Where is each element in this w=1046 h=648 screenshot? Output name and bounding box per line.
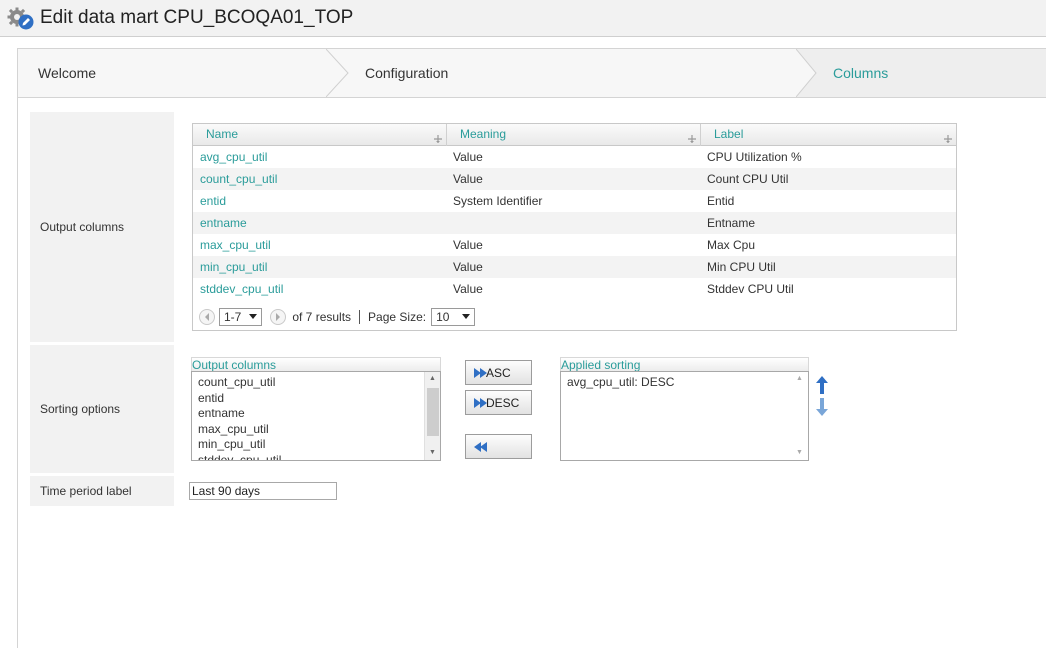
list-item[interactable]: stddev_cpu_util [192, 453, 440, 461]
page-size-value: 10 [436, 310, 450, 324]
table-row[interactable]: stddev_cpu_util Value Stddev CPU Util [193, 278, 956, 300]
cell-name[interactable]: avg_cpu_util [200, 146, 267, 168]
column-header-label: Name [206, 127, 239, 141]
gear-edit-icon [7, 7, 34, 30]
time-period-label: Time period label [30, 476, 174, 506]
column-header-label: Label [714, 127, 744, 141]
column-header-name[interactable]: Name [193, 124, 447, 146]
chevron-right-icon [276, 313, 281, 321]
list-item[interactable]: avg_cpu_util: DESC [561, 375, 808, 391]
sort-asc-label: ASC [486, 365, 511, 380]
step-separator-icon [796, 49, 817, 97]
page-range-value: 1-7 [224, 310, 242, 324]
sort-asc-button[interactable]: ASC [465, 360, 532, 385]
list-item[interactable]: count_cpu_util [192, 375, 440, 391]
applied-sorting-list[interactable]: avg_cpu_util: DESC ▲ ▼ [560, 371, 809, 461]
available-columns-list[interactable]: count_cpu_util entid entname max_cpu_uti… [191, 371, 441, 461]
applied-sorting-caption: Applied sorting [560, 357, 809, 372]
column-header-label: Meaning [460, 127, 507, 141]
chevron-down-icon [249, 314, 258, 319]
column-resize-icon[interactable] [943, 134, 953, 144]
scroll-down-icon[interactable]: ▼ [792, 446, 807, 460]
chevron-left-icon [205, 313, 209, 321]
cell-label: Count CPU Util [707, 172, 789, 186]
available-columns-caption: Output columns [191, 357, 441, 372]
cell-meaning: Value [453, 282, 483, 296]
cell-label: Max Cpu [707, 238, 756, 252]
cell-meaning: Value [453, 172, 483, 186]
cell-meaning: Value [453, 238, 483, 252]
step-columns[interactable]: Columns [833, 49, 888, 97]
sort-desc-label: DESC [486, 395, 520, 410]
remove-sorting-button[interactable] [465, 434, 532, 459]
list-item[interactable]: min_cpu_util [192, 437, 440, 453]
page-size-label: Page Size: [368, 310, 427, 324]
page-range-select[interactable]: 1-7 [219, 308, 263, 326]
step-separator-icon [326, 49, 349, 97]
time-period-input[interactable] [189, 482, 337, 500]
cell-meaning: Value [453, 150, 483, 164]
scroll-down-icon[interactable]: ▼ [425, 446, 440, 460]
cell-meaning: System Identifier [453, 194, 543, 208]
table-row[interactable]: entid System Identifier Entid [193, 190, 956, 212]
output-columns-table: Name Meaning Label avg_cpu_util Value CP… [192, 123, 957, 331]
cell-label: CPU Utilization % [707, 150, 802, 164]
list-item[interactable]: entid [192, 391, 440, 407]
chevron-down-icon [462, 314, 471, 319]
column-header-meaning[interactable]: Meaning [447, 124, 701, 146]
title-bar: Edit data mart CPU_BCOQA01_TOP [0, 0, 1046, 37]
sorting-options-label: Sorting options [30, 345, 174, 473]
scroll-up-icon[interactable]: ▲ [792, 372, 807, 386]
cell-meaning: Value [453, 260, 483, 274]
cell-label: Entid [707, 194, 735, 208]
table-row[interactable]: entname Entname [193, 212, 956, 234]
table-pager: 1-7 of 7 results Page Size: 10 [199, 307, 476, 327]
list-item[interactable]: entname [192, 406, 440, 422]
scroll-up-icon[interactable]: ▲ [425, 372, 440, 386]
scrollbar-thumb[interactable] [427, 388, 439, 436]
move-up-icon[interactable] [816, 376, 828, 394]
prev-page-button[interactable] [199, 309, 215, 325]
table-header: Name Meaning Label [193, 124, 956, 146]
move-down-icon[interactable] [816, 398, 828, 416]
cell-name[interactable]: min_cpu_util [200, 256, 267, 278]
column-header-label-col[interactable]: Label [701, 124, 956, 146]
vertical-scrollbar[interactable]: ▲ ▼ [792, 372, 808, 460]
cell-name[interactable]: entname [200, 212, 247, 234]
cell-label: Entname [707, 216, 756, 230]
cell-name[interactable]: count_cpu_util [200, 168, 277, 190]
output-columns-label: Output columns [30, 112, 174, 342]
page-size-select[interactable]: 10 [431, 308, 476, 326]
table-row[interactable]: min_cpu_util Value Min CPU Util [193, 256, 956, 278]
results-count: of 7 results [292, 310, 352, 324]
list-item[interactable]: max_cpu_util [192, 422, 440, 438]
sort-desc-button[interactable]: DESC [465, 390, 532, 415]
column-resize-icon[interactable] [687, 134, 697, 144]
wizard-steps: Welcome Configuration Columns [18, 49, 1046, 98]
cell-name[interactable]: stddev_cpu_util [200, 278, 283, 300]
step-welcome[interactable]: Welcome [38, 49, 96, 97]
cell-name[interactable]: entid [200, 190, 226, 212]
next-page-button[interactable] [270, 309, 287, 325]
window-title: Edit data mart CPU_BCOQA01_TOP [40, 7, 354, 28]
cell-name[interactable]: max_cpu_util [200, 234, 271, 256]
vertical-scrollbar[interactable]: ▲ ▼ [424, 372, 440, 460]
table-row[interactable]: max_cpu_util Value Max Cpu [193, 234, 956, 256]
pager-divider [359, 310, 361, 324]
double-arrow-left-icon [474, 441, 487, 452]
table-row[interactable]: count_cpu_util Value Count CPU Util [193, 168, 956, 190]
cell-label: Stddev CPU Util [707, 282, 794, 296]
column-resize-icon[interactable] [433, 134, 443, 144]
step-configuration[interactable]: Configuration [365, 49, 448, 97]
cell-label: Min CPU Util [707, 260, 776, 274]
table-row[interactable]: avg_cpu_util Value CPU Utilization % [193, 146, 956, 168]
